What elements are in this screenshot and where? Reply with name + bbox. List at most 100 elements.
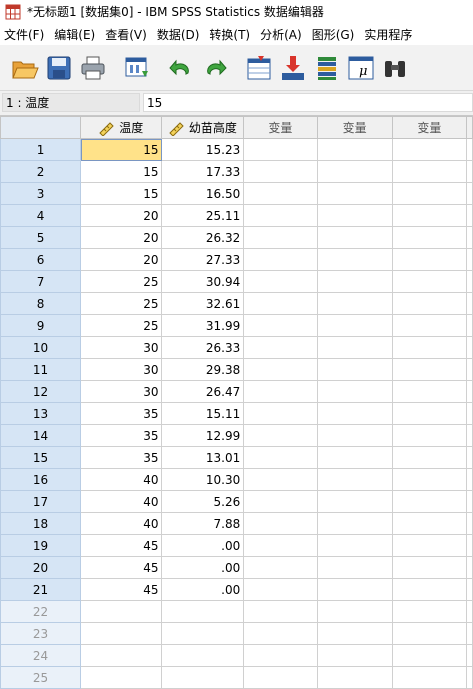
cell-empty[interactable] <box>466 666 473 689</box>
cell-empty[interactable] <box>391 226 468 249</box>
row-header[interactable]: 3 <box>0 182 82 205</box>
grid-corner[interactable] <box>0 116 82 139</box>
cell-seedling-height[interactable]: 32.61 <box>161 292 245 315</box>
cell-empty[interactable] <box>316 622 393 645</box>
menu-graphs[interactable]: 图形(G) <box>307 26 360 43</box>
cell-empty[interactable] <box>161 622 245 645</box>
row-header[interactable]: 2 <box>0 160 82 183</box>
cell-seedling-height[interactable]: 17.33 <box>161 160 245 183</box>
cell-empty[interactable] <box>466 468 473 491</box>
cell-empty[interactable] <box>243 160 318 183</box>
cell-empty[interactable] <box>243 622 318 645</box>
cell-temperature[interactable]: 40 <box>80 490 163 513</box>
cell-empty[interactable] <box>316 358 393 381</box>
cell-seedling-height[interactable]: 31.99 <box>161 314 245 337</box>
cell-seedling-height[interactable]: .00 <box>161 578 245 601</box>
cell-empty[interactable] <box>316 248 393 271</box>
cell-empty[interactable] <box>161 666 245 689</box>
row-header[interactable]: 15 <box>0 446 82 469</box>
cell-temperature[interactable]: 35 <box>80 424 163 447</box>
cell-empty[interactable] <box>243 358 318 381</box>
menu-edit[interactable]: 编辑(E) <box>49 26 100 43</box>
row-header[interactable]: 16 <box>0 468 82 491</box>
cell-seedling-height[interactable]: 5.26 <box>161 490 245 513</box>
cell-empty[interactable] <box>80 600 163 623</box>
cell-empty[interactable] <box>316 380 393 403</box>
cell-empty[interactable] <box>466 490 473 513</box>
column-header[interactable]: 温度 <box>80 116 163 139</box>
cell-empty[interactable] <box>243 182 318 205</box>
cell-empty[interactable] <box>466 556 473 579</box>
cell-empty[interactable] <box>466 336 473 359</box>
cell-seedling-height[interactable]: 26.47 <box>161 380 245 403</box>
cell-empty[interactable] <box>316 160 393 183</box>
cell-temperature[interactable]: 35 <box>80 446 163 469</box>
cell-empty[interactable] <box>243 666 318 689</box>
cell-empty[interactable] <box>243 380 318 403</box>
row-header[interactable]: 11 <box>0 358 82 381</box>
cell-empty[interactable] <box>316 512 393 535</box>
row-header[interactable]: 1 <box>0 138 82 161</box>
cell-empty[interactable] <box>391 358 468 381</box>
cell-empty[interactable] <box>466 446 473 469</box>
column-header-var[interactable]: 变量 <box>391 116 468 139</box>
cell-seedling-height[interactable]: 7.88 <box>161 512 245 535</box>
cell-empty[interactable] <box>466 512 473 535</box>
cell-empty[interactable] <box>391 600 468 623</box>
cell-temperature[interactable]: 15 <box>80 182 163 205</box>
cell-empty[interactable] <box>391 424 468 447</box>
variables-button[interactable] <box>310 51 344 85</box>
cell-empty[interactable] <box>391 336 468 359</box>
cell-empty[interactable] <box>391 314 468 337</box>
cell-empty[interactable] <box>243 512 318 535</box>
undo-button[interactable] <box>164 51 198 85</box>
cell-empty[interactable] <box>466 402 473 425</box>
cell-empty[interactable] <box>316 490 393 513</box>
cell-empty[interactable] <box>391 644 468 667</box>
menu-view[interactable]: 查看(V) <box>100 26 152 43</box>
cell-temperature[interactable]: 30 <box>80 336 163 359</box>
cell-empty[interactable] <box>391 204 468 227</box>
row-header[interactable]: 12 <box>0 380 82 403</box>
cell-seedling-height[interactable]: .00 <box>161 556 245 579</box>
cell-seedling-height[interactable]: 16.50 <box>161 182 245 205</box>
menu-transform[interactable]: 转换(T) <box>204 26 255 43</box>
row-header[interactable]: 6 <box>0 248 82 271</box>
cell-temperature[interactable]: 35 <box>80 402 163 425</box>
cell-empty[interactable] <box>466 644 473 667</box>
cell-empty[interactable] <box>243 468 318 491</box>
cell-seedling-height[interactable]: 12.99 <box>161 424 245 447</box>
recall-dialog-button[interactable] <box>120 51 154 85</box>
cell-empty[interactable] <box>243 534 318 557</box>
cell-empty[interactable] <box>316 468 393 491</box>
cell-empty[interactable] <box>391 490 468 513</box>
cell-empty[interactable] <box>466 314 473 337</box>
find-button[interactable] <box>378 51 412 85</box>
cell-empty[interactable] <box>466 424 473 447</box>
column-header-var[interactable]: 变量 <box>316 116 393 139</box>
cell-empty[interactable] <box>466 204 473 227</box>
cell-empty[interactable] <box>316 446 393 469</box>
cell-empty[interactable] <box>80 644 163 667</box>
cell-empty[interactable] <box>243 402 318 425</box>
cell-empty[interactable] <box>80 622 163 645</box>
cell-temperature[interactable]: 15 <box>80 138 163 161</box>
cell-empty[interactable] <box>161 644 245 667</box>
cell-seedling-height[interactable]: 30.94 <box>161 270 245 293</box>
cell-empty[interactable] <box>391 270 468 293</box>
row-header[interactable]: 23 <box>0 622 82 645</box>
cell-empty[interactable] <box>243 644 318 667</box>
cell-seedling-height[interactable]: 13.01 <box>161 446 245 469</box>
cell-empty[interactable] <box>466 534 473 557</box>
cell-empty[interactable] <box>391 292 468 315</box>
cell-empty[interactable] <box>243 270 318 293</box>
cell-seedling-height[interactable]: .00 <box>161 534 245 557</box>
cell-empty[interactable] <box>316 292 393 315</box>
cell-empty[interactable] <box>391 578 468 601</box>
cell-empty[interactable] <box>316 336 393 359</box>
cell-temperature[interactable]: 25 <box>80 270 163 293</box>
row-header[interactable]: 20 <box>0 556 82 579</box>
cell-empty[interactable] <box>466 248 473 271</box>
cell-empty[interactable] <box>316 204 393 227</box>
cell-empty[interactable] <box>316 644 393 667</box>
